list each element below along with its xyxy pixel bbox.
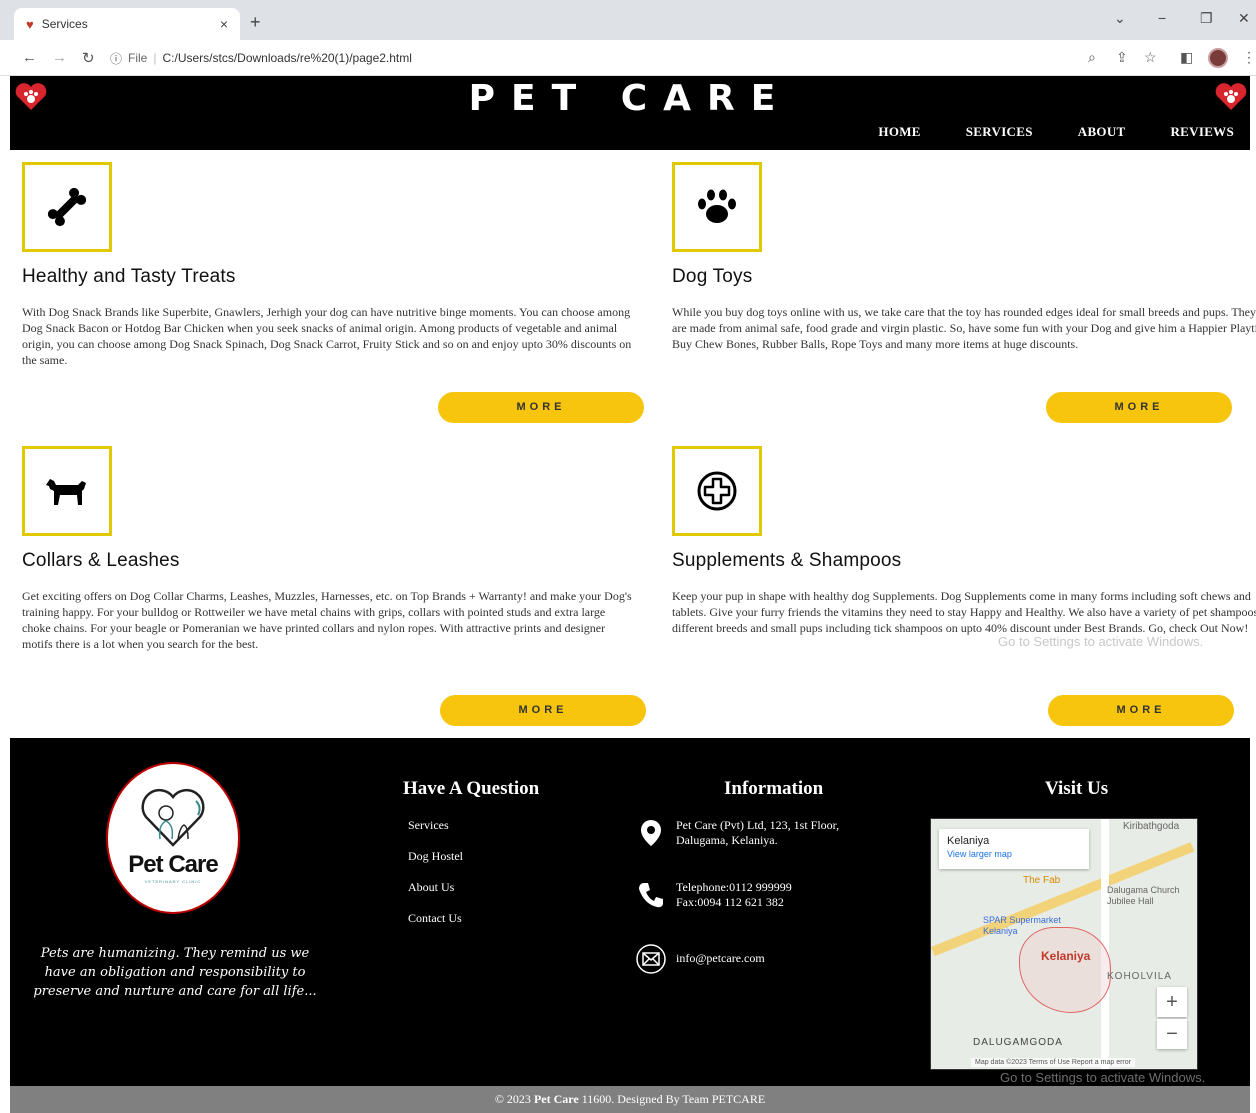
map-label: Dalugama Church Jubilee Hall [1107, 885, 1180, 906]
reload-icon[interactable]: ↻ [82, 49, 95, 67]
tab-title: Services [41, 17, 88, 31]
dog-cat-heart-icon [141, 788, 205, 847]
address-bar-area: ← → ↻ ⓘ File | C:/Users/stcs/Downloads/r… [0, 40, 1256, 76]
map-label: SPAR Supermarket Kelaniya [983, 915, 1061, 936]
activation-watermark: Go to Settings to activate Windows. [1000, 1070, 1206, 1085]
phone-icon [639, 883, 663, 908]
map-boundary [1019, 927, 1111, 1013]
copyright-bar: © 2023 Pet Care 11600. Designed By Team … [10, 1086, 1250, 1113]
info-icon[interactable]: ⓘ [110, 50, 122, 67]
main-nav: HOME SERVICES ABOUT REVIEWS [833, 124, 1234, 140]
url-separator: | [153, 51, 157, 65]
forward-icon[interactable]: → [52, 49, 67, 66]
more-button[interactable]: MORE [1046, 392, 1232, 423]
medical-cross-icon [672, 446, 762, 536]
phone-fax-text: Telephone:0112 999999 Fax:0094 112 621 3… [676, 880, 792, 910]
site-title: PET CARE [468, 78, 792, 119]
profile-avatar[interactable] [1208, 48, 1228, 68]
paw-icon [672, 162, 762, 252]
footer-link-contact-us[interactable]: Contact Us [408, 911, 463, 926]
footer-quote: Pets are humanizing. They remind us we h… [33, 946, 317, 999]
embedded-map[interactable]: Kelaniya View larger map Kiribathgoda Th… [930, 818, 1198, 1070]
service-title: Collars & Leashes [22, 550, 180, 571]
nav-reviews[interactable]: REVIEWS [1170, 124, 1234, 140]
map-label: Kiribathgoda [1123, 821, 1180, 832]
map-label: The Fab [1023, 875, 1061, 886]
zoom-icon[interactable]: ⌕ [1088, 49, 1096, 66]
footer-link-services[interactable]: Services [408, 818, 463, 833]
service-title: Dog Toys [672, 266, 753, 287]
minimize-icon[interactable]: − [1158, 10, 1166, 26]
map-label: KOHOLVILA [1107, 971, 1172, 982]
service-description: With Dog Snack Brands like Superbite, Gn… [22, 305, 632, 367]
side-panel-icon[interactable]: ◧ [1180, 49, 1193, 66]
restore-icon[interactable]: ❐ [1200, 10, 1213, 27]
service-card: Healthy and Tasty Treats With Dog Snack … [10, 162, 644, 424]
url-scheme: File [128, 51, 148, 65]
nav-about[interactable]: ABOUT [1078, 124, 1126, 140]
more-button[interactable]: MORE [440, 695, 646, 726]
heart-favicon-icon: ♥ [26, 16, 34, 32]
map-attribution: Map data ©2023 Terms of Use Report a map… [971, 1058, 1135, 1067]
map-place-panel: Kelaniya View larger map [939, 829, 1089, 869]
pet-care-logo: Pet Care VETERINARY CLINIC [106, 762, 240, 914]
email-row: info@petcare.com [636, 944, 876, 974]
service-card: Dog Toys While you buy dog toys online w… [660, 162, 1256, 424]
view-larger-map-link[interactable]: View larger map [947, 849, 1081, 859]
envelope-icon [636, 944, 666, 974]
service-description: Get exciting offers on Dog Collar Charms… [22, 589, 632, 651]
service-card: Collars & Leashes Get exciting offers on… [10, 446, 646, 726]
more-button[interactable]: MORE [438, 392, 644, 423]
service-description: Keep your pup in shape with healthy dog … [672, 589, 1256, 635]
email-text[interactable]: info@petcare.com [676, 944, 765, 966]
page: PET CARE HOME SERVICES ABOUT REVIEWS Hea… [10, 76, 1256, 1113]
browser-tab-bar: ♥ Services × + ⌄ − ❐ ✕ [0, 0, 1256, 40]
service-title: Healthy and Tasty Treats [22, 266, 236, 287]
copyright-suffix: 11600. Designed By Team PETCARE [578, 1092, 766, 1106]
site-header: PET CARE HOME SERVICES ABOUT REVIEWS [10, 76, 1250, 150]
footer-link-about-us[interactable]: About Us [408, 880, 463, 895]
map-zoom-in-button[interactable]: + [1157, 987, 1187, 1017]
visit-heading: Visit Us [1045, 778, 1109, 799]
copyright-prefix: © 2023 [494, 1092, 534, 1106]
question-heading: Have A Question [403, 778, 540, 799]
service-card: Supplements & Shampoos Keep your pup in … [660, 446, 1256, 726]
more-button[interactable]: MORE [1048, 695, 1234, 726]
map-zoom-out-button[interactable]: − [1157, 1019, 1187, 1049]
address-row: Pet Care (Pvt) Ltd, 123, 1st Floor, Dalu… [636, 818, 876, 848]
bone-icon [22, 162, 112, 252]
tab-search-icon[interactable]: ⌄ [1114, 10, 1126, 27]
map-label: DALUGAMGODA [973, 1037, 1063, 1048]
dog-icon [22, 446, 112, 536]
location-pin-icon [641, 820, 661, 846]
bookmark-star-icon[interactable]: ☆ [1144, 49, 1157, 66]
browser-tab[interactable]: ♥ Services × [14, 8, 240, 40]
logo-text: Pet Care [128, 851, 218, 878]
copyright-brand: Pet Care [533, 1092, 579, 1106]
footer-links: Services Dog Hostel About Us Contact Us [408, 818, 463, 942]
phone-row: Telephone:0112 999999 Fax:0094 112 621 3… [636, 880, 876, 910]
tab-close-icon[interactable]: × [220, 16, 228, 32]
fax-text: Fax:0094 112 621 382 [676, 895, 784, 909]
url-text: C:/Users/stcs/Downloads/re%20(1)/page2.h… [162, 51, 412, 65]
close-window-icon[interactable]: ✕ [1238, 10, 1250, 27]
information-heading: Information [724, 778, 824, 799]
service-description: While you buy dog toys online with us, w… [672, 305, 1256, 351]
site-footer: Pet Care VETERINARY CLINIC Pets are huma… [10, 738, 1250, 1086]
service-title: Supplements & Shampoos [672, 550, 902, 571]
nav-home[interactable]: HOME [878, 124, 920, 140]
back-icon[interactable]: ← [22, 49, 37, 66]
map-place-name: Kelaniya [947, 835, 990, 847]
activation-watermark: Go to Settings to activate Windows. [998, 634, 1204, 649]
new-tab-button[interactable]: + [250, 12, 261, 33]
logo-subtext: VETERINARY CLINIC [144, 879, 202, 884]
footer-link-dog-hostel[interactable]: Dog Hostel [408, 849, 463, 864]
address-text: Pet Care (Pvt) Ltd, 123, 1st Floor, Dalu… [676, 818, 840, 847]
nav-services[interactable]: SERVICES [966, 124, 1033, 140]
menu-dots-icon[interactable]: ⋮ [1242, 49, 1256, 66]
map-label: Kelaniya [1041, 949, 1091, 963]
share-icon[interactable]: ⇪ [1116, 49, 1128, 66]
telephone-text: Telephone:0112 999999 [676, 880, 792, 894]
url-field[interactable]: ⓘ File | C:/Users/stcs/Downloads/re%20(1… [110, 45, 1110, 71]
